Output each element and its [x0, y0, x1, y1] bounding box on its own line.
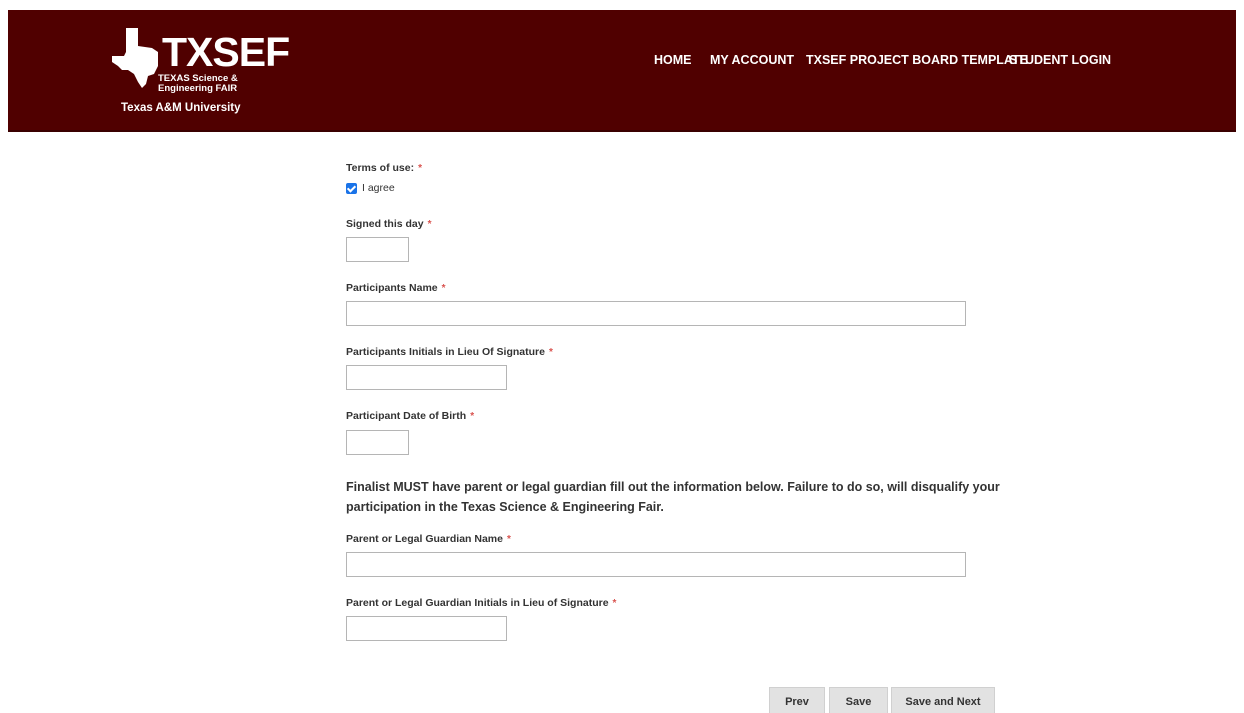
nav-student-login[interactable]: STUDENT LOGIN — [1009, 53, 1111, 67]
logo-wordmark[interactable]: TXSEF — [162, 32, 290, 73]
required-mark: * — [418, 163, 422, 174]
participant-initials-input[interactable] — [346, 365, 507, 390]
nav-home[interactable]: HOME — [654, 53, 692, 67]
save-button[interactable]: Save — [829, 687, 888, 713]
dob-input[interactable] — [346, 430, 409, 455]
guardian-notice: Finalist MUST have parent or legal guard… — [346, 480, 1000, 514]
agree-checkbox-row[interactable]: I agree — [346, 182, 395, 194]
required-mark: * — [441, 283, 446, 294]
save-and-next-button[interactable]: Save and Next — [891, 687, 995, 713]
participant-name-label-text: Participants Name — [346, 282, 438, 294]
terms-label: Terms of use: * — [346, 162, 422, 174]
signed-date-input[interactable] — [346, 237, 409, 262]
guardian-initials-label: Parent or Legal Guardian Initials in Lie… — [346, 597, 616, 609]
site-header: TXSEF TEXAS Science & Engineering FAIR T… — [8, 10, 1236, 132]
nav-project-board-template[interactable]: TXSEF PROJECT BOARD TEMPLATE — [806, 53, 1028, 67]
agree-label[interactable]: I agree — [362, 182, 395, 194]
participant-name-label: Participants Name * — [346, 282, 446, 294]
guardian-initials-label-text: Parent or Legal Guardian Initials in Lie… — [346, 597, 609, 609]
agree-checkbox[interactable] — [346, 182, 357, 194]
signed-label-text: Signed this day — [346, 218, 424, 230]
required-mark: * — [612, 598, 617, 609]
terms-label-text: Terms of use: — [346, 162, 415, 174]
nav-my-account[interactable]: MY ACCOUNT — [710, 53, 794, 67]
required-mark: * — [470, 411, 475, 422]
guardian-name-label-text: Parent or Legal Guardian Name — [346, 533, 503, 545]
required-mark: * — [506, 534, 511, 545]
guardian-initials-input[interactable] — [346, 616, 507, 641]
required-mark: * — [427, 219, 432, 230]
required-mark: * — [548, 347, 553, 358]
guardian-name-label: Parent or Legal Guardian Name * — [346, 533, 511, 545]
guardian-name-input[interactable] — [346, 552, 966, 577]
university-name: Texas A&M University — [121, 102, 241, 114]
participant-initials-label-text: Participants Initials in Lieu Of Signatu… — [346, 346, 545, 358]
participant-initials-label: Participants Initials in Lieu Of Signatu… — [346, 346, 553, 358]
dob-label-text: Participant Date of Birth — [346, 410, 467, 422]
signed-label: Signed this day * — [346, 218, 432, 230]
logo-subtitle-2: Engineering FAIR — [158, 83, 238, 94]
prev-button[interactable]: Prev — [769, 687, 825, 713]
dob-label: Participant Date of Birth * — [346, 410, 474, 422]
participant-name-input[interactable] — [346, 301, 966, 326]
